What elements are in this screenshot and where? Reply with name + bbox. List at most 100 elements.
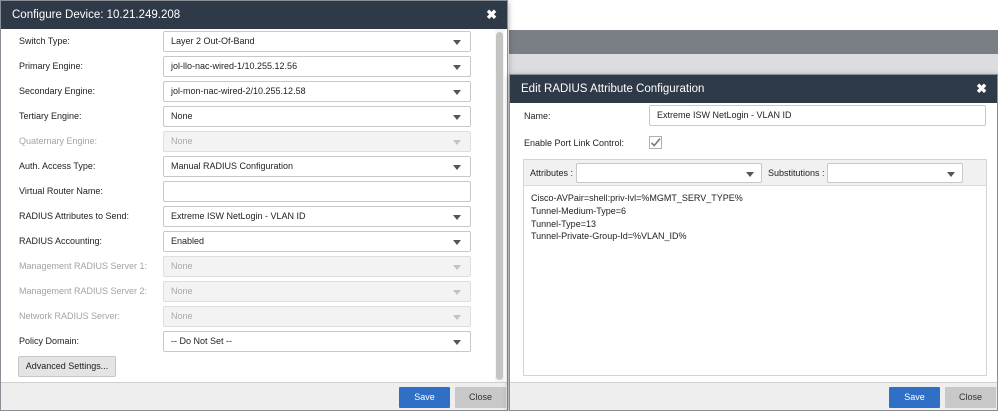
chevron-down-icon bbox=[453, 265, 461, 270]
field-select: None bbox=[163, 306, 471, 327]
field-label: Quaternary Engine: bbox=[19, 136, 98, 146]
field-select[interactable]: Manual RADIUS Configuration bbox=[163, 156, 471, 177]
chevron-down-icon bbox=[453, 65, 461, 70]
field-select[interactable]: Extreme ISW NetLogin - VLAN ID bbox=[163, 206, 471, 227]
name-value: Extreme ISW NetLogin - VLAN ID bbox=[657, 110, 792, 120]
edit-radius-titlebar: Edit RADIUS Attribute Configuration ✖ bbox=[510, 75, 997, 103]
dialog-footer: Save Close bbox=[510, 382, 997, 410]
attributes-textarea[interactable]: Cisco-AVPair=shell:priv-lvl=%MGMT_SERV_T… bbox=[531, 192, 743, 243]
chevron-down-icon bbox=[453, 140, 461, 145]
field-label: Switch Type: bbox=[19, 36, 70, 46]
chevron-down-icon bbox=[453, 215, 461, 220]
field-select: None bbox=[163, 256, 471, 277]
port-link-control-checkbox[interactable] bbox=[649, 136, 662, 149]
attributes-toolbar: Attributes : Substitutions : bbox=[524, 160, 986, 186]
close-icon[interactable]: ✖ bbox=[486, 8, 497, 21]
chevron-down-icon bbox=[453, 165, 461, 170]
field-label: Management RADIUS Server 2: bbox=[19, 286, 148, 296]
chevron-down-icon bbox=[453, 40, 461, 45]
field-label: Management RADIUS Server 1: bbox=[19, 261, 148, 271]
field-select: None bbox=[163, 131, 471, 152]
chevron-down-icon bbox=[453, 315, 461, 320]
port-link-control-label: Enable Port Link Control: bbox=[524, 138, 625, 148]
field-select[interactable]: None bbox=[163, 106, 471, 127]
chevron-down-icon bbox=[453, 115, 461, 120]
attribute-line: Tunnel-Private-Group-Id=%VLAN_ID% bbox=[531, 231, 687, 242]
device-form: Switch Type: Layer 2 Out-Of-Band Primary E… bbox=[1, 29, 493, 383]
attribute-line: Tunnel-Medium-Type=6 bbox=[531, 205, 626, 216]
form-row: RADIUS Accounting: Enabled bbox=[1, 229, 493, 254]
select-value: None bbox=[171, 286, 193, 296]
name-input[interactable]: Extreme ISW NetLogin - VLAN ID bbox=[649, 105, 986, 126]
select-value: None bbox=[171, 311, 193, 321]
select-value: Layer 2 Out-Of-Band bbox=[171, 36, 255, 46]
select-value: -- Do Not Set -- bbox=[171, 336, 233, 346]
attributes-panel: Attributes : Substitutions : Cisco-AVPai… bbox=[523, 159, 987, 376]
select-value: Extreme ISW NetLogin - VLAN ID bbox=[171, 211, 306, 221]
select-value: None bbox=[171, 111, 193, 121]
backdrop-top bbox=[509, 0, 998, 30]
field-label: Auth. Access Type: bbox=[19, 161, 96, 171]
chevron-down-icon bbox=[453, 90, 461, 95]
save-button[interactable]: Save bbox=[889, 387, 940, 408]
field-label: Virtual Router Name: bbox=[19, 186, 103, 196]
dialog-title: Configure Device: 10.21.249.208 bbox=[12, 9, 181, 21]
substitutions-select[interactable] bbox=[827, 163, 963, 183]
select-value: None bbox=[171, 261, 193, 271]
backdrop-toolbar bbox=[509, 30, 998, 54]
select-value: Enabled bbox=[171, 236, 205, 246]
form-row: Tertiary Engine: None bbox=[1, 104, 493, 129]
chevron-down-icon bbox=[746, 172, 754, 177]
virtual-router-name-input[interactable] bbox=[163, 181, 471, 202]
save-button[interactable]: Save bbox=[399, 387, 450, 408]
attribute-line: Tunnel-Type=13 bbox=[531, 218, 596, 229]
close-button[interactable]: Close bbox=[945, 387, 996, 408]
field-select[interactable]: -- Do Not Set -- bbox=[163, 331, 471, 352]
field-label: RADIUS Attributes to Send: bbox=[19, 211, 130, 221]
chevron-down-icon bbox=[453, 240, 461, 245]
attributes-select[interactable] bbox=[576, 163, 762, 183]
field-label: Primary Engine: bbox=[19, 61, 84, 71]
form-row: Quaternary Engine: None bbox=[1, 129, 493, 154]
select-value: Manual RADIUS Configuration bbox=[171, 161, 294, 171]
chevron-down-icon bbox=[453, 290, 461, 295]
close-button[interactable]: Close bbox=[455, 387, 506, 408]
attributes-label: Attributes : bbox=[530, 168, 574, 178]
form-row: Auth. Access Type: Manual RADIUS Configur… bbox=[1, 154, 493, 179]
field-select[interactable]: jol-mon-nac-wired-2/10.255.12.58 bbox=[163, 81, 471, 102]
close-icon[interactable]: ✖ bbox=[976, 82, 987, 95]
field-select[interactable]: jol-llo-nac-wired-1/10.255.12.56 bbox=[163, 56, 471, 77]
field-select[interactable]: Layer 2 Out-Of-Band bbox=[163, 31, 471, 52]
field-select: None bbox=[163, 281, 471, 302]
dialog-footer: Save Close bbox=[1, 382, 507, 410]
form-row: RADIUS Attributes to Send: Extreme ISW Ne… bbox=[1, 204, 493, 229]
form-row: Management RADIUS Server 1: None bbox=[1, 254, 493, 279]
substitutions-label: Substitutions : bbox=[768, 168, 825, 178]
attribute-line: Cisco-AVPair=shell:priv-lvl=%MGMT_SERV_T… bbox=[531, 193, 743, 203]
chevron-down-icon bbox=[453, 340, 461, 345]
select-value: None bbox=[171, 136, 193, 146]
select-value: jol-llo-nac-wired-1/10.255.12.56 bbox=[171, 61, 298, 71]
name-label: Name: bbox=[524, 111, 551, 121]
checkbox-box bbox=[649, 136, 662, 149]
configure-device-titlebar: Configure Device: 10.21.249.208 ✖ bbox=[1, 1, 507, 29]
select-value: jol-mon-nac-wired-2/10.255.12.58 bbox=[171, 86, 306, 96]
edit-radius-attribute-dialog: Edit RADIUS Attribute Configuration ✖ Na… bbox=[509, 74, 998, 411]
form-row: Policy Domain: -- Do Not Set -- bbox=[1, 329, 493, 354]
form-row: Virtual Router Name: bbox=[1, 179, 493, 204]
dialog-title: Edit RADIUS Attribute Configuration bbox=[521, 83, 705, 95]
form-scrollbar[interactable] bbox=[495, 29, 504, 383]
field-select[interactable]: Enabled bbox=[163, 231, 471, 252]
field-label: Policy Domain: bbox=[19, 336, 80, 346]
field-label: Tertiary Engine: bbox=[19, 111, 82, 121]
field-label: RADIUS Accounting: bbox=[19, 236, 103, 246]
form-row: Network RADIUS Server: None bbox=[1, 304, 493, 329]
scrollbar-thumb[interactable] bbox=[496, 32, 503, 380]
chevron-down-icon bbox=[947, 172, 955, 177]
form-row: Secondary Engine: jol-mon-nac-wired-2/10.… bbox=[1, 79, 493, 104]
form-row: Primary Engine: jol-llo-nac-wired-1/10.25… bbox=[1, 54, 493, 79]
form-row: Switch Type: Layer 2 Out-Of-Band bbox=[1, 29, 493, 54]
advanced-settings-button[interactable]: Advanced Settings... bbox=[18, 356, 116, 377]
form-row: Management RADIUS Server 2: None bbox=[1, 279, 493, 304]
configure-device-dialog: Configure Device: 10.21.249.208 ✖ Switch… bbox=[0, 0, 508, 411]
